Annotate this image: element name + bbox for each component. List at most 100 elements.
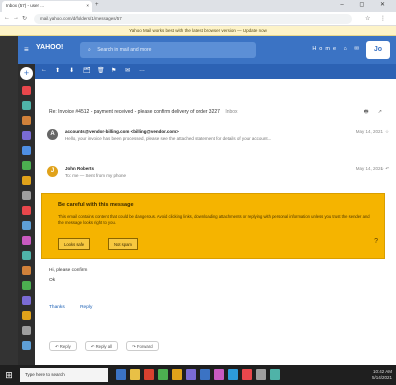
body-link[interactable]: Thanks <box>49 305 65 310</box>
sidebar-app-icon[interactable] <box>22 221 31 230</box>
body-line: Ok <box>49 278 56 283</box>
taskbar-app-icon[interactable] <box>228 369 238 380</box>
back-arrow-icon[interactable]: ← <box>4 15 10 21</box>
sidebar-app-icon[interactable] <box>22 266 31 275</box>
sidebar-app-icon[interactable] <box>22 86 31 95</box>
reply-actions: ↶ Reply ↶ Reply all ↷ Forward <box>49 341 159 351</box>
start-icon[interactable]: ⊞ <box>3 369 15 381</box>
taskbar-app-icon[interactable] <box>256 369 266 380</box>
sender-avatar: A <box>47 129 58 140</box>
sidebar-app-icon[interactable] <box>22 191 31 200</box>
tray-date: 5/14/2021 <box>371 375 392 380</box>
forward-arrow-icon[interactable]: → <box>13 15 19 21</box>
sidebar-app-icon[interactable] <box>22 176 31 185</box>
subject-action-icons[interactable]: 🖶 ↗ <box>364 109 386 117</box>
move-up-icon[interactable]: ⬆ <box>55 67 60 74</box>
system-tray[interactable]: 10:42 AM 5/14/2021 <box>372 369 392 381</box>
taskbar-apps <box>116 369 280 381</box>
address-bar[interactable]: mail.yahoo.com/d/folders/1/messages/57 <box>34 14 352 24</box>
sender-name: accounts@vendor-billing.com <billing@ven… <box>65 129 179 134</box>
mail-header: ≡ YAHOO! ⌕ Search in mail and more Home … <box>18 36 396 64</box>
sidebar-app-icon[interactable] <box>22 296 31 305</box>
reply-button[interactable]: ↶ Reply <box>49 341 77 351</box>
taskbar-app-icon[interactable] <box>116 369 126 380</box>
taskbar-app-icon[interactable] <box>214 369 224 380</box>
taskbar-app-icon[interactable] <box>144 369 154 380</box>
browser-tab-bar: Inbox (57) - user ... × + – ◻ ✕ <box>0 0 396 12</box>
compose-button[interactable]: + <box>20 67 33 80</box>
taskbar-app-icon[interactable] <box>270 369 280 380</box>
subject-text: Re: Invoice #4512 - payment received - p… <box>49 109 220 115</box>
search-icon: ⌕ <box>88 47 91 53</box>
sidebar-app-icon[interactable] <box>22 146 31 155</box>
phishing-warning-banner: Be careful with this message This email … <box>41 193 385 259</box>
taskbar-app-icon[interactable] <box>158 369 168 380</box>
forward-button[interactable]: ↷ Forward <box>126 341 159 351</box>
sidebar-app-icon[interactable] <box>22 281 31 290</box>
move-down-icon[interactable]: ⬇ <box>69 67 74 74</box>
reload-icon[interactable]: ↻ <box>22 15 27 22</box>
browser-toolbar: ← → ↻ mail.yahoo.com/d/folders/1/message… <box>0 12 396 26</box>
message-date: May 14, 2021 <box>355 166 383 171</box>
window-controls[interactable]: – ◻ ✕ <box>340 1 392 8</box>
taskbar-app-icon[interactable] <box>242 369 252 380</box>
reply-all-button[interactable]: ↶ Reply all <box>84 341 119 351</box>
account-avatar[interactable]: Jo <box>366 41 390 59</box>
archive-icon[interactable]: 🗂 <box>83 67 91 74</box>
warning-title: Be careful with this message <box>58 202 134 208</box>
message-date: May 14, 2021 <box>355 129 383 134</box>
star-icon[interactable]: ☆ <box>385 129 389 135</box>
message-body: Hi, please confirm Ok <box>49 266 87 286</box>
windows-taskbar: ⊞ Type here to search 10:42 AM 5/14/2021 <box>0 365 396 385</box>
not-spam-button[interactable]: Not spam <box>108 238 138 250</box>
thread-message[interactable]: A accounts@vendor-billing.com <billing@v… <box>43 126 391 146</box>
sidebar-app-icon[interactable] <box>22 311 31 320</box>
search-placeholder: Search in mail and more <box>97 47 152 53</box>
taskbar-app-icon[interactable] <box>200 369 210 380</box>
mail-logo[interactable]: YAHOO! <box>36 44 63 51</box>
thread-message[interactable]: J John Roberts To: me — Sent from my pho… <box>43 163 391 183</box>
message-snippet: To: me — Sent from my phone <box>65 173 127 178</box>
sidebar-app-icon[interactable] <box>22 206 31 215</box>
taskbar-app-icon[interactable] <box>172 369 182 380</box>
browser-notice-bar[interactable]: Yahoo Mail works best with the latest br… <box>0 26 396 36</box>
tab-title: Inbox (57) - user ... <box>6 3 45 8</box>
menu-icon[interactable]: ≡ <box>24 45 33 54</box>
folder-label[interactable]: Inbox <box>225 109 237 115</box>
sidebar-app-icon[interactable] <box>22 161 31 170</box>
sidebar-app-icon[interactable] <box>22 341 31 350</box>
looks-safe-button[interactable]: Looks safe <box>58 238 91 250</box>
sidebar-app-icon[interactable] <box>22 131 31 140</box>
taskbar-app-icon[interactable] <box>186 369 196 380</box>
mark-unread-icon[interactable]: ✉ <box>125 67 130 74</box>
message-snippet: Hello, your invoice has been processed, … <box>65 136 272 141</box>
sidebar-app-icon[interactable] <box>22 251 31 260</box>
screen: Inbox (57) - user ... × + – ◻ ✕ ← → ↻ ma… <box>0 0 396 385</box>
star-icon[interactable]: ☆ ↶ <box>380 166 389 172</box>
help-icon[interactable]: ? <box>374 238 378 245</box>
sender-avatar: J <box>47 166 58 177</box>
sidebar-app-icon[interactable] <box>22 116 31 125</box>
sidebar-app-icon[interactable] <box>22 326 31 335</box>
close-tab-icon[interactable]: × <box>86 3 89 8</box>
sidebar-app-icon[interactable] <box>22 236 31 245</box>
back-icon[interactable]: ← <box>41 67 47 73</box>
delete-icon[interactable]: 🗑 <box>97 67 105 74</box>
desktop-left-edge <box>0 36 18 365</box>
more-icon[interactable]: … <box>139 67 145 73</box>
mail-search-input[interactable]: ⌕ Search in mail and more <box>80 42 256 58</box>
taskbar-search-input[interactable]: Type here to search <box>20 368 108 382</box>
mail-sidebar: + <box>18 64 35 365</box>
sender-name: John Roberts <box>65 166 95 171</box>
body-link[interactable]: Reply <box>80 305 92 310</box>
browser-tab[interactable]: Inbox (57) - user ... × <box>2 1 92 12</box>
new-tab-button[interactable]: + <box>95 2 99 8</box>
message-subject: Re: Invoice #4512 - payment received - p… <box>49 109 238 115</box>
message-view: Re: Invoice #4512 - payment received - p… <box>35 79 396 365</box>
flag-icon[interactable]: ⚑ <box>111 67 116 74</box>
sidebar-app-icon[interactable] <box>22 101 31 110</box>
taskbar-app-icon[interactable] <box>130 369 140 380</box>
body-line: Hi, please confirm <box>49 268 88 273</box>
header-nav-icons[interactable]: Home ⌂ ✉ <box>312 46 362 52</box>
browser-toolbar-icons[interactable]: ☆ ⋮ <box>365 15 390 22</box>
